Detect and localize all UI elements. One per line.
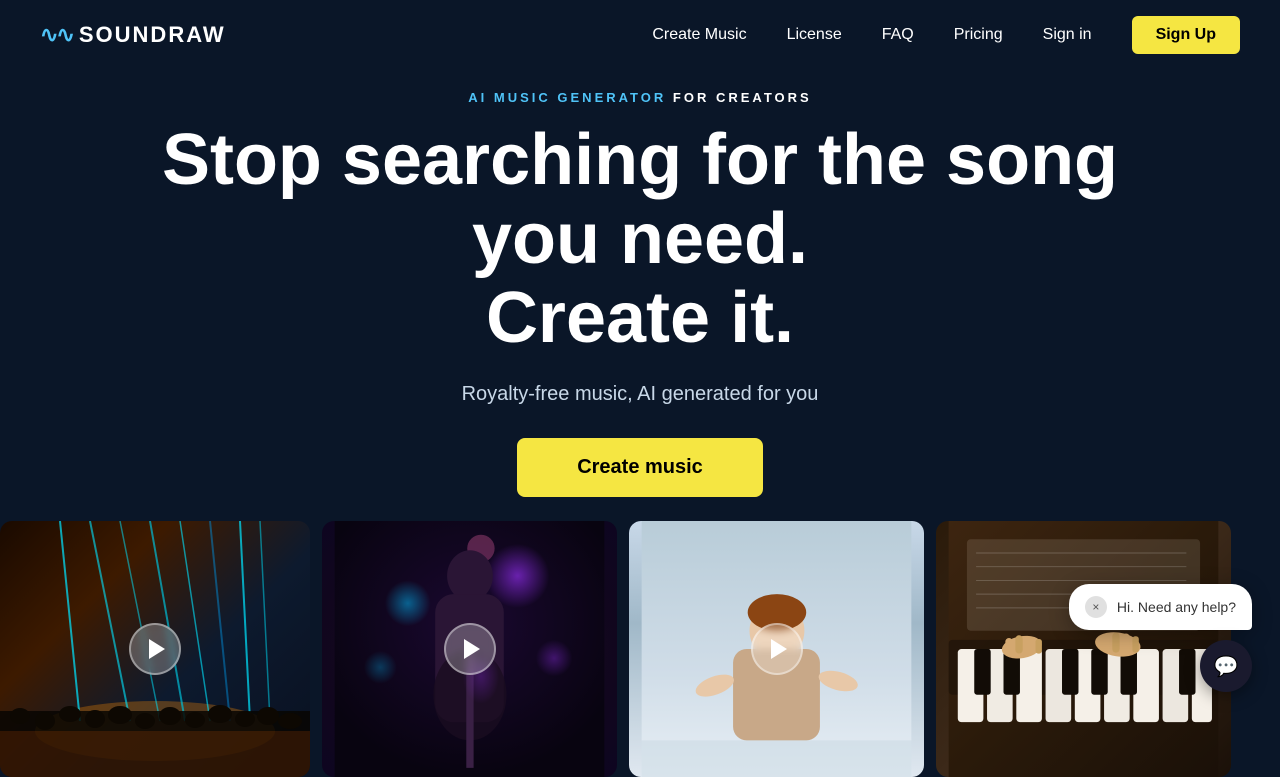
nav-links: Create Music License FAQ Pricing Sign in… xyxy=(652,16,1240,54)
nav-create-music[interactable]: Create Music xyxy=(652,26,746,44)
lying-card xyxy=(629,521,924,777)
guitar-play-button[interactable] xyxy=(444,623,496,675)
hero-section: AI MUSIC GENERATOR FOR CREATORS Stop sea… xyxy=(0,70,1280,497)
guitar-card xyxy=(322,521,617,777)
hero-title-line1: Stop searching for the song you need. xyxy=(162,120,1118,279)
guitar-image xyxy=(322,521,617,777)
logo-wordmark: SOUNDRAW xyxy=(79,22,226,48)
nav-faq[interactable]: FAQ xyxy=(882,26,914,44)
chat-bubble-text: Hi. Need any help? xyxy=(1117,599,1236,615)
chat-toggle-icon: 💬 xyxy=(1214,654,1239,679)
hero-tagline: AI MUSIC GENERATOR FOR CREATORS xyxy=(20,90,1260,105)
chat-close-button[interactable]: × xyxy=(1085,596,1107,618)
hero-title: Stop searching for the song you need. Cr… xyxy=(90,121,1190,359)
concert-card xyxy=(0,521,310,777)
logo-wave-icon: ∿∿ xyxy=(40,22,73,48)
nav-pricing[interactable]: Pricing xyxy=(954,26,1003,44)
signin-link[interactable]: Sign in xyxy=(1043,26,1092,44)
concert-play-button[interactable] xyxy=(129,623,181,675)
hero-tagline-for: FOR CREATORS xyxy=(673,90,812,105)
create-music-button[interactable]: Create music xyxy=(517,438,763,497)
lying-image xyxy=(629,521,924,777)
logo[interactable]: ∿∿ SOUNDRAW xyxy=(40,22,226,48)
concert-image xyxy=(0,521,310,777)
hero-tagline-ai: AI MUSIC GENERATOR xyxy=(468,90,666,105)
nav-license[interactable]: License xyxy=(787,26,842,44)
hero-title-line2: Create it. xyxy=(486,278,794,358)
signup-button[interactable]: Sign Up xyxy=(1132,16,1240,54)
hero-subtitle: Royalty-free music, AI generated for you xyxy=(20,383,1260,406)
chat-bubble: × Hi. Need any help? xyxy=(1069,584,1252,630)
navigation: ∿∿ SOUNDRAW Create Music License FAQ Pri… xyxy=(0,0,1280,70)
chat-toggle-button[interactable]: 💬 xyxy=(1200,640,1252,692)
lying-play-button[interactable] xyxy=(751,623,803,675)
chat-widget: × Hi. Need any help? 💬 xyxy=(1069,584,1252,692)
